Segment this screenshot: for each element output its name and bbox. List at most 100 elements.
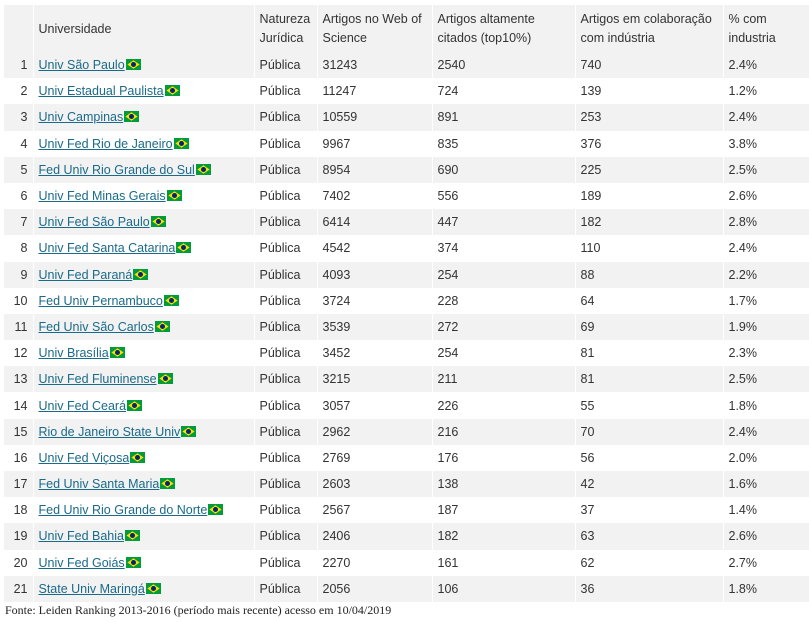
nature-cell: Pública: [254, 104, 318, 131]
industry-pct-cell: 1.6%: [723, 471, 809, 498]
wos-articles-cell: 4542: [317, 235, 433, 262]
university-link[interactable]: Univ Fed Ceará: [39, 399, 127, 413]
university-link[interactable]: Univ Brasília: [39, 346, 109, 360]
university-link[interactable]: Fed Univ São Carlos: [39, 320, 154, 334]
university-link[interactable]: Univ Campinas: [39, 110, 124, 124]
industry-articles-cell: 63: [575, 523, 724, 550]
wos-articles-cell: 4093: [317, 261, 433, 288]
university-link[interactable]: State Univ Maringá: [39, 582, 145, 596]
table-row: 18 Fed Univ Rio Grande do Norte Pública 256…: [4, 497, 809, 524]
nature-cell: Pública: [254, 340, 318, 367]
university-link[interactable]: Fed Univ Rio Grande do Sul: [39, 163, 195, 177]
industry-articles-cell: 56: [575, 444, 724, 471]
industry-pct-cell: 2.3%: [723, 340, 809, 367]
nature-cell: Pública: [254, 52, 318, 79]
rank-cell: 5: [4, 156, 34, 183]
industry-articles-cell: 740: [575, 52, 724, 79]
university-link[interactable]: Rio de Janeiro State Univ: [39, 425, 181, 439]
top10-articles-cell: 254: [432, 340, 576, 367]
industry-articles-cell: 64: [575, 287, 724, 314]
university-link[interactable]: Univ São Paulo: [39, 58, 125, 72]
top10-articles-cell: 690: [432, 156, 576, 183]
university-link[interactable]: Univ Fed Goiás: [39, 556, 125, 570]
top10-articles-cell: 216: [432, 418, 576, 445]
university-cell: Fed Univ São Carlos: [33, 313, 255, 341]
industry-articles-cell: 88: [575, 261, 724, 288]
university-link[interactable]: Univ Fed Minas Gerais: [39, 189, 166, 203]
brazil-flag-icon: [208, 504, 224, 516]
table-row: 20 Univ Fed Goiás Pública 2270 161 62 2.7%: [4, 549, 809, 576]
table-row: 1 Univ São Paulo Pública 31243 2540 740 2.4%: [4, 52, 809, 79]
industry-articles-cell: 225: [575, 156, 724, 183]
wos-articles-cell: 10559: [317, 104, 433, 131]
university-ranking-table: Universidade Natureza Jurídica Artigos n…: [4, 5, 809, 602]
top10-articles-cell: 254: [432, 261, 576, 288]
nature-cell: Pública: [254, 287, 318, 314]
nature-cell: Pública: [254, 392, 318, 419]
table-row: 2 Univ Estadual Paulista Pública 11247 724 13…: [4, 78, 809, 105]
brazil-flag-icon: [157, 373, 173, 385]
table-row: 8 Univ Fed Santa Catarina Pública 4542 374 11…: [4, 235, 809, 262]
rank-cell: 12: [4, 340, 34, 367]
brazil-flag-icon: [109, 347, 125, 359]
industry-articles-cell: 69: [575, 313, 724, 341]
rank-cell: 11: [4, 313, 34, 341]
industry-pct-cell: 3.8%: [723, 130, 809, 157]
university-link[interactable]: Fed Univ Santa Maria: [39, 477, 160, 491]
university-cell: Fed Univ Rio Grande do Norte: [33, 497, 255, 524]
brazil-flag-icon: [164, 85, 180, 97]
top10-articles-cell: 211: [432, 366, 576, 393]
wos-articles-cell: 2769: [317, 444, 433, 471]
nature-cell: Pública: [254, 156, 318, 183]
university-cell: Univ Fed Bahia: [33, 523, 255, 550]
industry-articles-cell: 55: [575, 392, 724, 419]
header-artigos-colaboracao-industria: Artigos em colaboração com indústria: [575, 5, 724, 52]
table-body: 1 Univ São Paulo Pública 31243 2540 740 2.4% 2 U…: [4, 52, 809, 602]
industry-pct-cell: 2.2%: [723, 261, 809, 288]
university-link[interactable]: Fed Univ Rio Grande do Norte: [39, 503, 208, 517]
industry-articles-cell: 81: [575, 340, 724, 367]
nature-cell: Pública: [254, 549, 318, 576]
industry-pct-cell: 1.8%: [723, 392, 809, 419]
industry-pct-cell: 1.9%: [723, 313, 809, 341]
rank-cell: 2: [4, 78, 34, 105]
wos-articles-cell: 2406: [317, 523, 433, 550]
university-link[interactable]: Fed Univ Pernambuco: [39, 294, 163, 308]
wos-articles-cell: 31243: [317, 52, 433, 79]
university-cell: State Univ Maringá: [33, 575, 255, 602]
header-pct-industria: % com industria: [723, 5, 809, 52]
university-cell: Univ Brasília: [33, 340, 255, 367]
wos-articles-cell: 8954: [317, 156, 433, 183]
university-link[interactable]: Univ Fed Rio de Janeiro: [39, 137, 173, 151]
brazil-flag-icon: [166, 190, 182, 202]
rank-cell: 3: [4, 104, 34, 131]
university-link[interactable]: Univ Fed Fluminense: [39, 372, 157, 386]
brazil-flag-icon: [127, 399, 143, 411]
rank-cell: 10: [4, 287, 34, 314]
table-header-row: Universidade Natureza Jurídica Artigos n…: [4, 5, 809, 52]
wos-articles-cell: 2567: [317, 497, 433, 524]
table-row: 11 Fed Univ São Carlos Pública 3539 272 69 1.9…: [4, 313, 809, 341]
university-link[interactable]: Univ Fed Paraná: [39, 268, 133, 282]
table-row: 21 State Univ Maringá Pública 2056 106 36 1.8%: [4, 575, 809, 602]
university-link[interactable]: Univ Fed Bahia: [39, 529, 124, 543]
brazil-flag-icon: [133, 268, 149, 280]
top10-articles-cell: 835: [432, 130, 576, 157]
industry-articles-cell: 62: [575, 549, 724, 576]
industry-pct-cell: 1.2%: [723, 78, 809, 105]
industry-articles-cell: 376: [575, 130, 724, 157]
university-link[interactable]: Univ Estadual Paulista: [39, 84, 164, 98]
university-link[interactable]: Univ Fed São Paulo: [39, 215, 150, 229]
table-row: 5 Fed Univ Rio Grande do Sul Pública 8954 69…: [4, 156, 809, 183]
table-row: 6 Univ Fed Minas Gerais Pública 7402 556 189 2…: [4, 182, 809, 210]
university-link[interactable]: Univ Fed Santa Catarina: [39, 241, 176, 255]
rank-cell: 21: [4, 575, 34, 602]
nature-cell: Pública: [254, 261, 318, 288]
industry-articles-cell: 37: [575, 497, 724, 524]
brazil-flag-icon: [130, 451, 146, 463]
university-link[interactable]: Univ Fed Viçosa: [39, 451, 130, 465]
source-note: Fonte: Leiden Ranking 2013-2016 (período…: [5, 603, 392, 617]
brazil-flag-icon: [124, 111, 140, 123]
wos-articles-cell: 6414: [317, 209, 433, 236]
nature-cell: Pública: [254, 418, 318, 445]
